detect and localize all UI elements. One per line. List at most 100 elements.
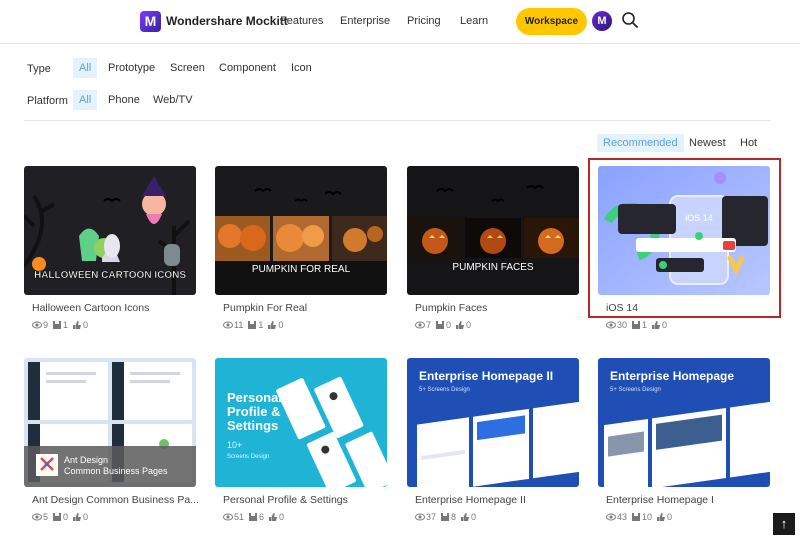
card-thumbnail[interactable]: Ant Design Common Business Pages [24, 358, 196, 487]
saves-count: 0 [63, 512, 69, 522]
search-icon[interactable] [621, 11, 639, 29]
views-count: 51 [234, 512, 245, 522]
views-count: 5 [43, 512, 49, 522]
sort-hot[interactable]: Hot [740, 134, 757, 152]
save-icon [632, 513, 641, 521]
card-title[interactable]: Ant Design Common Business Pa... [32, 494, 198, 506]
like-icon [269, 513, 278, 521]
views-count: 11 [234, 320, 244, 330]
card-stats: 37 8 0 [415, 512, 480, 522]
save-icon [632, 321, 641, 329]
user-avatar[interactable]: M [592, 11, 612, 31]
card-title[interactable]: Enterprise Homepage I [606, 494, 772, 506]
card-stats: 30 1 0 [606, 320, 671, 330]
views-count: 9 [43, 320, 49, 330]
likes-count: 0 [83, 512, 89, 522]
save-icon [53, 513, 62, 521]
views-count: 37 [426, 512, 437, 522]
mockitt-logo[interactable]: M [140, 11, 161, 32]
back-to-top-button[interactable]: ↑ [773, 513, 795, 535]
card-thumbnail[interactable]: Enterprise Homepage 5+ Screens Design [598, 358, 770, 487]
eye-icon [606, 321, 616, 329]
platform-filter-label: Platform [27, 95, 68, 107]
card-stats: 9 1 0 [32, 320, 92, 330]
card-thumbnail[interactable]: Enterprise Homepage II 5+ Screens Design [407, 358, 579, 487]
card-thumbnail[interactable]: PUMPKIN FOR REAL [215, 166, 387, 295]
save-icon [249, 513, 258, 521]
nav-features[interactable]: Features [280, 15, 323, 27]
platform-all-chip[interactable]: All [73, 90, 98, 110]
like-icon [657, 513, 666, 521]
platform-phone-chip[interactable]: Phone [108, 90, 140, 110]
type-icon-chip[interactable]: Icon [291, 58, 312, 78]
card-title[interactable]: Enterprise Homepage II [415, 494, 581, 506]
thumbnail-caption-line3: Settings [227, 418, 278, 433]
card-title[interactable]: Personal Profile & Settings [223, 494, 389, 506]
like-icon [461, 513, 470, 521]
eye-icon [223, 321, 233, 329]
thumbnail-caption-line2: Profile & [227, 404, 280, 419]
eye-icon [32, 321, 42, 329]
card-stats: 5 0 0 [32, 512, 92, 522]
like-icon [456, 321, 465, 329]
brand-name[interactable]: Wondershare Mockitt [166, 14, 288, 28]
nav-pricing[interactable]: Pricing [407, 15, 441, 27]
thumbnail-caption: Enterprise Homepage II [419, 369, 553, 383]
eye-icon [606, 513, 616, 521]
type-screen-chip[interactable]: Screen [170, 58, 205, 78]
card-stats: 51 6 0 [223, 512, 288, 522]
type-filter-label: Type [27, 63, 51, 75]
likes-count: 0 [662, 320, 668, 330]
thumbnail-caption-line1: Ant Design [64, 455, 108, 465]
likes-count: 0 [83, 320, 89, 330]
thumbnail-caption-line1: Personal [227, 390, 282, 405]
type-prototype-chip[interactable]: Prototype [108, 58, 155, 78]
platform-webtv-chip[interactable]: Web/TV [153, 90, 193, 110]
thumbnail-caption: HALLOWEEN CARTOON ICONS [34, 270, 186, 281]
eye-icon [415, 321, 425, 329]
card-title[interactable]: Pumpkin For Real [223, 302, 389, 314]
saves-count: 1 [63, 320, 69, 330]
like-icon [268, 321, 277, 329]
top-navigation-bar: M Wondershare Mockitt Features Enterpris… [0, 0, 800, 44]
views-count: 7 [426, 320, 432, 330]
saves-count: 10 [642, 512, 653, 522]
likes-count: 0 [278, 320, 284, 330]
card-thumbnail[interactable]: Personal Profile & Settings 10+ Screens … [215, 358, 387, 487]
thumbnail-caption: PUMPKIN FOR REAL [252, 264, 351, 275]
thumbnail-caption: PUMPKIN FACES [452, 262, 533, 273]
eye-icon [32, 513, 42, 521]
nav-learn[interactable]: Learn [460, 15, 488, 27]
card-stats: 43 10 0 [606, 512, 676, 522]
saves-count: 1 [642, 320, 648, 330]
save-icon [53, 321, 62, 329]
save-icon [248, 321, 257, 329]
type-all-chip[interactable]: All [73, 58, 98, 78]
likes-count: 0 [466, 320, 472, 330]
like-icon [73, 321, 82, 329]
card-stats: 7 0 0 [415, 320, 475, 330]
thumbnail-caption: Enterprise Homepage [610, 369, 734, 383]
likes-count: 0 [279, 512, 285, 522]
card-thumbnail[interactable]: HALLOWEEN CARTOON ICONS [24, 166, 196, 295]
filter-divider [24, 120, 770, 121]
nav-enterprise[interactable]: Enterprise [340, 15, 390, 27]
card-thumbnail[interactable]: PUMPKIN FACES [407, 166, 579, 295]
sort-recommended[interactable]: Recommended [597, 134, 684, 152]
thumbnail-subcaption: 10+ [227, 440, 242, 450]
eye-icon [415, 513, 425, 521]
likes-count: 0 [471, 512, 477, 522]
card-title[interactable]: Pumpkin Faces [415, 302, 581, 314]
workspace-button[interactable]: Workspace [516, 8, 587, 35]
thumbnail-caption-line2: Common Business Pages [64, 466, 168, 476]
thumbnail-subcaption2: Screens Design [227, 454, 269, 460]
save-icon [436, 321, 445, 329]
sort-newest[interactable]: Newest [689, 134, 726, 152]
saves-count: 6 [259, 512, 265, 522]
saves-count: 0 [446, 320, 452, 330]
type-component-chip[interactable]: Component [219, 58, 276, 78]
eye-icon [223, 513, 233, 521]
views-count: 30 [617, 320, 628, 330]
like-icon [73, 513, 82, 521]
card-title[interactable]: Halloween Cartoon Icons [32, 302, 198, 314]
